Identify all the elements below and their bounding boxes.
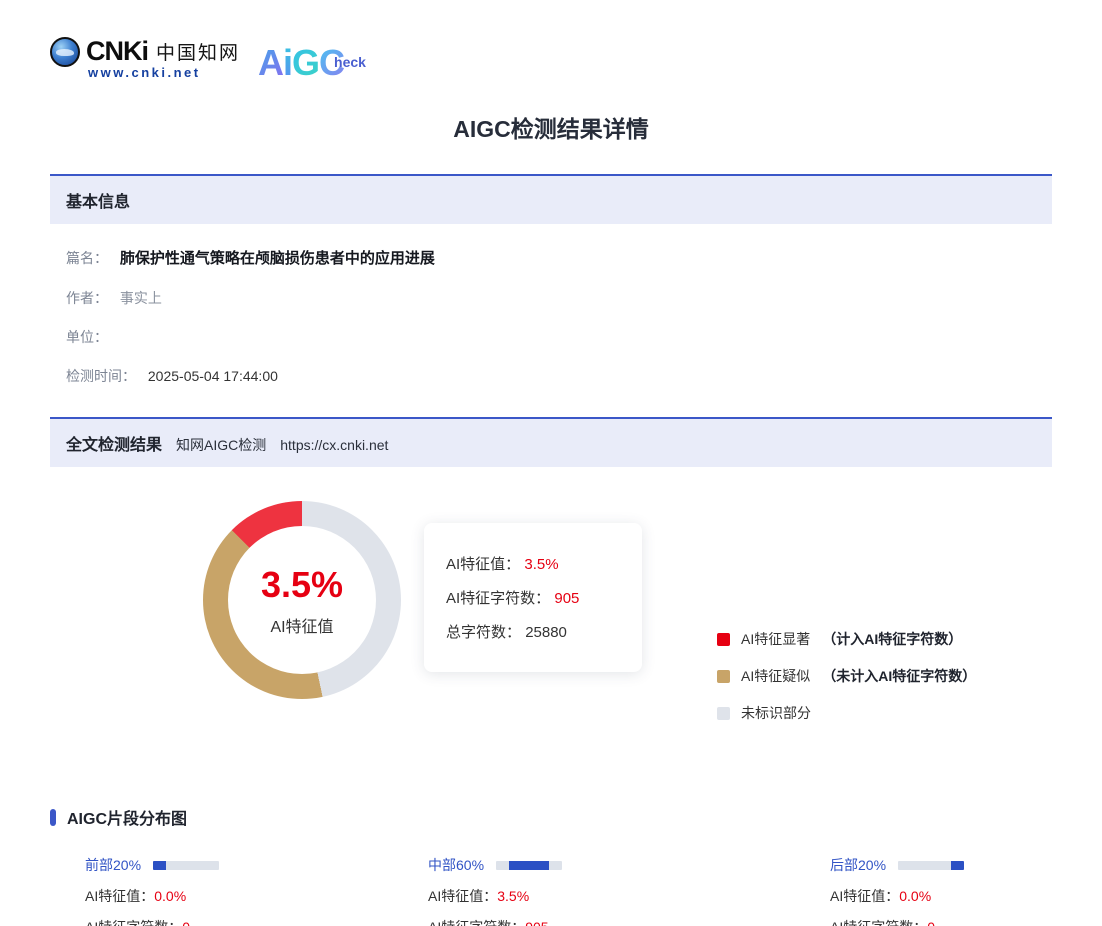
- author-label: 作者：: [66, 290, 108, 306]
- rear-ai-chars-label: AI特征字符数：: [830, 919, 927, 926]
- donut-center-label: AI特征值: [270, 613, 333, 637]
- front-label: 前部20%: [85, 855, 141, 875]
- summary-total-chars-number: 25880: [525, 624, 567, 641]
- full-result-header: 全文检测结果 知网AIGC检测 https://cx.cnki.net: [50, 417, 1052, 467]
- info-row-title: 篇名： 肺保护性通气策略在颅脑损伤患者中的应用进展: [66, 249, 1052, 268]
- legend-note-suspected: （未计入AI特征字符数）: [822, 666, 976, 686]
- legend-note-significant: （计入AI特征字符数）: [822, 629, 962, 649]
- donut-chart: 3.5% AI特征值: [203, 501, 401, 699]
- summary-ai-value-number: 3.5%: [524, 556, 558, 573]
- middle-ai-value: 3.5%: [497, 888, 529, 904]
- summary-card: AI特征值： 3.5% AI特征字符数： 905 总字符数： 25880: [424, 523, 642, 672]
- summary-ai-chars-label: AI特征字符数：: [446, 590, 550, 607]
- page-title: AIGC检测结果详情: [50, 110, 1052, 144]
- summary-total-chars: 总字符数： 25880: [446, 621, 620, 642]
- legend-label-significant: AI特征显著: [741, 629, 810, 649]
- cnki-logo[interactable]: CNKi 中国知网 www.cnki.net: [50, 36, 240, 80]
- basic-info-rows: 篇名： 肺保护性通气策略在颅脑损伤患者中的应用进展 作者： 事实上 单位： 检测…: [50, 224, 1052, 387]
- report-page: CNKi 中国知网 www.cnki.net AiGCheck AIGC检测结果…: [0, 0, 1102, 926]
- donut-legend: AI特征显著 （计入AI特征字符数） AI特征疑似 （未计入AI特征字符数） 未…: [717, 629, 976, 740]
- legend-item-significant: AI特征显著 （计入AI特征字符数）: [717, 629, 976, 649]
- legend-swatch-red: [717, 633, 730, 646]
- rear-ai-value: 0.0%: [899, 888, 931, 904]
- legend-item-unmarked: 未标识部分: [717, 703, 976, 723]
- detect-time-value: 2025-05-04 17:44:00: [148, 368, 278, 384]
- summary-ai-value: AI特征值： 3.5%: [446, 553, 620, 574]
- front-position-bar: [153, 861, 219, 870]
- front-ai-chars-label: AI特征字符数：: [85, 919, 182, 926]
- donut-center: 3.5% AI特征值: [228, 526, 376, 674]
- full-result-subtitle: 知网AIGC检测: [176, 435, 266, 455]
- title-value: 肺保护性通气策略在颅脑损伤患者中的应用进展: [120, 250, 435, 267]
- legend-swatch-tan: [717, 670, 730, 683]
- summary-ai-chars-number: 905: [554, 590, 579, 607]
- middle-ai-chars: 905: [525, 919, 548, 926]
- rear-label: 后部20%: [830, 855, 886, 875]
- cnki-globe-icon: [50, 37, 80, 67]
- donut-center-value: 3.5%: [261, 564, 343, 606]
- distribution-col-middle: 中部60% AI特征值：3.5% AI特征字符数：905: [428, 855, 830, 926]
- front-ai-value-label: AI特征值：: [85, 888, 154, 904]
- cnki-chinese-name: 中国知网: [156, 38, 240, 65]
- rear-ai-value-label: AI特征值：: [830, 888, 899, 904]
- rear-position-bar: [898, 861, 964, 870]
- title-label: 篇名：: [66, 250, 108, 266]
- distribution-col-front: 前部20% AI特征值：0.0% AI特征字符数：0: [85, 855, 428, 926]
- middle-ai-value-label: AI特征值：: [428, 888, 497, 904]
- full-result-chart-area: 3.5% AI特征值 AI特征值： 3.5% AI特征字符数： 905 总字符数…: [50, 501, 1052, 767]
- distribution-col-rear: 后部20% AI特征值：0.0% AI特征字符数：0: [830, 855, 964, 926]
- full-result-title: 全文检测结果: [66, 431, 162, 455]
- front-ai-chars: 0: [182, 919, 190, 926]
- middle-ai-chars-label: AI特征字符数：: [428, 919, 525, 926]
- basic-info-title: 基本信息: [66, 188, 130, 212]
- aigc-letter-i: i: [283, 42, 292, 83]
- info-row-unit: 单位：: [66, 328, 1052, 346]
- aigc-letter-a: A: [258, 42, 283, 83]
- cnki-url: www.cnki.net: [88, 65, 240, 80]
- legend-item-suspected: AI特征疑似 （未计入AI特征字符数）: [717, 666, 976, 686]
- section-bullet-icon: [50, 809, 56, 826]
- legend-swatch-gray: [717, 707, 730, 720]
- legend-label-unmarked: 未标识部分: [741, 703, 811, 723]
- cnki-wordmark: CNKi: [86, 36, 148, 67]
- info-row-author: 作者： 事实上: [66, 289, 1052, 307]
- info-row-detect-time: 检测时间： 2025-05-04 17:44:00: [66, 367, 1052, 385]
- rear-ai-chars: 0: [927, 919, 935, 926]
- middle-position-bar: [496, 861, 562, 870]
- summary-ai-chars: AI特征字符数： 905: [446, 587, 620, 608]
- summary-ai-value-label: AI特征值：: [446, 556, 520, 573]
- aigc-check-text: heck: [334, 54, 366, 70]
- unit-label: 单位：: [66, 329, 108, 345]
- full-result-url[interactable]: https://cx.cnki.net: [280, 437, 388, 453]
- legend-label-suspected: AI特征疑似: [741, 666, 810, 686]
- summary-total-chars-label: 总字符数：: [446, 624, 521, 641]
- distribution-title: AIGC片段分布图: [67, 805, 187, 829]
- front-ai-value: 0.0%: [154, 888, 186, 904]
- basic-info-header: 基本信息: [50, 174, 1052, 224]
- aigc-letter-g: G: [292, 42, 319, 83]
- detect-time-label: 检测时间：: [66, 368, 136, 384]
- header-logos: CNKi 中国知网 www.cnki.net AiGCheck: [50, 0, 1052, 92]
- middle-label: 中部60%: [428, 855, 484, 875]
- distribution-header: AIGC片段分布图: [50, 805, 1052, 829]
- distribution-columns: 前部20% AI特征值：0.0% AI特征字符数：0 中部60% AI特征值：3…: [50, 855, 1052, 926]
- author-value: 事实上: [120, 290, 162, 306]
- aigc-check-logo: AiGCheck: [258, 36, 376, 97]
